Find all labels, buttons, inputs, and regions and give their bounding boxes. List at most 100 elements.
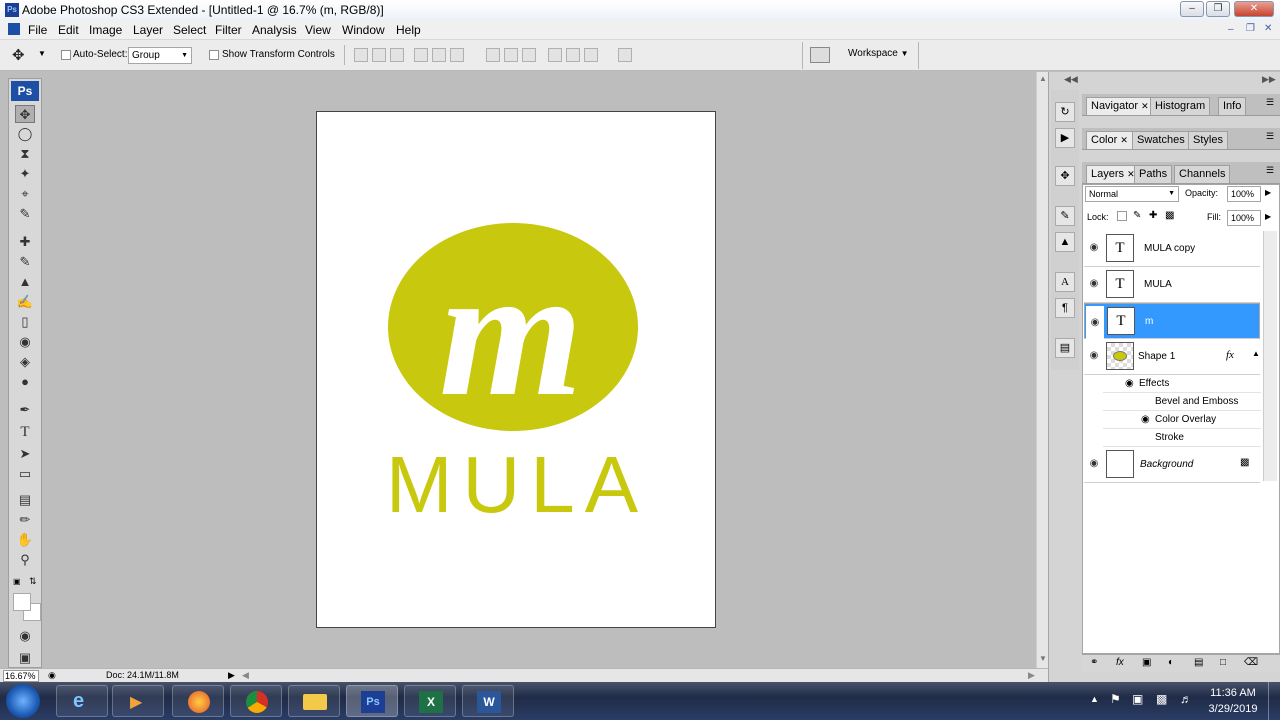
add-style-icon[interactable]: fx — [1116, 657, 1124, 668]
scroll-up-icon[interactable]: ▲ — [1039, 74, 1047, 83]
slice-tool-icon[interactable]: ✎ — [15, 205, 35, 223]
file-explorer-icon[interactable] — [288, 685, 340, 717]
shape-tool-icon[interactable]: ▭ — [15, 465, 35, 483]
fx-icon[interactable]: fx — [1226, 349, 1234, 361]
path-selection-tool-icon[interactable]: ➤ — [15, 445, 35, 463]
lock-all-icon[interactable]: ▩ — [1165, 210, 1174, 221]
align-bottom-icon[interactable] — [390, 48, 404, 62]
eye-icon[interactable]: ◉ — [1125, 378, 1134, 389]
menu-window[interactable]: Window — [342, 23, 385, 37]
tab-paths[interactable]: Paths — [1134, 165, 1173, 183]
start-button[interactable] — [6, 684, 40, 718]
status-menu-icon[interactable]: ▶ — [228, 670, 235, 681]
layer-name[interactable]: Shape 1 — [1138, 351, 1175, 362]
opacity-slider-icon[interactable]: ▶ — [1265, 188, 1271, 197]
bridge-icon[interactable] — [810, 47, 830, 63]
auto-select-checkbox[interactable] — [61, 50, 71, 60]
tool-preset-chevron-icon[interactable]: ▼ — [38, 49, 46, 58]
doc-close-icon[interactable]: ✕ — [1264, 23, 1272, 34]
paint-bucket-tool-icon[interactable]: ◉ — [15, 333, 35, 351]
eye-icon[interactable]: ◉ — [1085, 231, 1103, 265]
tool-presets-panel-icon[interactable]: ✥ — [1055, 166, 1075, 186]
type-tool-icon[interactable]: T — [15, 423, 35, 441]
menu-help[interactable]: Help — [396, 23, 421, 37]
show-hidden-icons-icon[interactable]: ▲ — [1090, 694, 1099, 704]
align-left-icon[interactable] — [414, 48, 428, 62]
link-layers-icon[interactable]: ⚭ — [1090, 657, 1098, 668]
effects-row[interactable]: ◉ Effects — [1103, 375, 1261, 393]
layer-row[interactable]: ◉ T MULA copy — [1084, 231, 1260, 267]
align-right-icon[interactable] — [450, 48, 464, 62]
close-icon[interactable]: ✕ — [1120, 135, 1128, 145]
doc-minimize-icon[interactable]: – — [1228, 24, 1234, 35]
tab-info[interactable]: Info — [1218, 97, 1247, 115]
distribute-top-icon[interactable] — [486, 48, 500, 62]
distribute-hcenter-icon[interactable] — [566, 48, 580, 62]
character-panel-icon[interactable]: A — [1055, 272, 1075, 292]
eyedropper-tool-icon[interactable]: ✏ — [15, 511, 35, 529]
menu-image[interactable]: Image — [89, 23, 122, 37]
auto-select-dropdown[interactable]: Group ▼ — [128, 47, 192, 64]
doc-restore-icon[interactable]: ❐ — [1246, 23, 1255, 34]
layer-row[interactable]: ◉ Shape 1 fx ▲ — [1084, 339, 1260, 375]
menu-select[interactable]: Select — [173, 23, 206, 37]
magic-wand-tool-icon[interactable]: ✦ — [15, 165, 35, 183]
distribute-left-icon[interactable] — [548, 48, 562, 62]
distribute-bottom-icon[interactable] — [522, 48, 536, 62]
scroll-right-icon[interactable]: ▶ — [1028, 670, 1035, 681]
blend-mode-dropdown[interactable]: Normal ▼ — [1085, 186, 1179, 202]
lasso-tool-icon[interactable]: ⧗ — [15, 145, 35, 163]
workspace-button[interactable]: Workspace ▼ — [848, 48, 909, 59]
marquee-tool-icon[interactable]: ◯ — [15, 125, 35, 143]
layer-name[interactable]: Background — [1140, 459, 1193, 470]
layer-comps-panel-icon[interactable]: ▤ — [1055, 338, 1075, 358]
network-icon[interactable]: ▩ — [1156, 692, 1167, 706]
scroll-left-icon[interactable]: ◀ — [242, 670, 249, 681]
hand-tool-icon[interactable]: ✋ — [15, 531, 35, 549]
eye-icon[interactable]: ◉ — [1085, 267, 1103, 301]
panel-menu-icon[interactable]: ☰ — [1266, 97, 1274, 108]
auto-align-icon[interactable] — [618, 48, 632, 62]
clock-date[interactable]: 3/29/2019 — [1206, 703, 1260, 715]
brush-tool-icon[interactable]: ✎ — [15, 253, 35, 271]
scroll-down-icon[interactable]: ▼ — [1039, 654, 1047, 663]
menu-view[interactable]: View — [305, 23, 331, 37]
tab-styles[interactable]: Styles — [1188, 131, 1228, 149]
zoom-tool-icon[interactable]: ⚲ — [15, 551, 35, 569]
distribute-right-icon[interactable] — [584, 48, 598, 62]
menu-edit[interactable]: Edit — [58, 23, 79, 37]
tab-swatches[interactable]: Swatches — [1132, 131, 1190, 149]
vertical-scrollbar[interactable]: ▲ ▼ — [1036, 72, 1048, 668]
chrome-icon[interactable] — [230, 685, 282, 717]
history-brush-tool-icon[interactable]: ✍ — [15, 293, 35, 311]
effect-row[interactable]: Stroke — [1103, 429, 1261, 447]
clock-time[interactable]: 11:36 AM — [1206, 687, 1260, 699]
restore-button[interactable]: ❐ — [1206, 1, 1230, 17]
align-vcenter-icon[interactable] — [372, 48, 386, 62]
firefox-icon[interactable] — [172, 685, 224, 717]
layers-scrollbar[interactable] — [1263, 231, 1277, 481]
lock-image-icon[interactable]: ✎ — [1133, 210, 1141, 221]
close-button[interactable]: ✕ — [1234, 1, 1274, 17]
eye-icon[interactable]: ◉ — [1141, 414, 1150, 425]
document-icon[interactable] — [8, 23, 20, 35]
action-center-icon[interactable]: ⚑ — [1110, 692, 1121, 706]
lock-position-icon[interactable]: ✚ — [1149, 210, 1157, 221]
swap-colors-icon[interactable]: ⇅ — [29, 576, 37, 587]
panel-menu-icon[interactable]: ☰ — [1266, 131, 1274, 142]
panel-menu-icon[interactable]: ☰ — [1266, 165, 1274, 176]
layer-row-selected[interactable]: ◉ T m — [1084, 303, 1260, 340]
fill-slider-icon[interactable]: ▶ — [1265, 212, 1271, 221]
move-tool-icon[interactable]: ✥ — [15, 105, 35, 123]
layer-name[interactable]: m — [1145, 316, 1153, 327]
clone-source-panel-icon[interactable]: ▲ — [1055, 232, 1075, 252]
volume-icon[interactable]: ♬ — [1180, 692, 1192, 706]
eye-icon[interactable]: ◉ — [1086, 306, 1104, 340]
effect-row[interactable]: Bevel and Emboss — [1103, 393, 1261, 411]
zoom-level[interactable]: 16.67% — [3, 670, 39, 682]
notes-tool-icon[interactable]: ▤ — [15, 491, 35, 509]
expand-effects-icon[interactable]: ▲ — [1252, 349, 1260, 358]
eye-icon[interactable]: ◉ — [1085, 339, 1103, 373]
word-icon[interactable]: W — [462, 685, 514, 717]
collapse-dock-icon[interactable]: ◀◀ — [1064, 74, 1078, 85]
